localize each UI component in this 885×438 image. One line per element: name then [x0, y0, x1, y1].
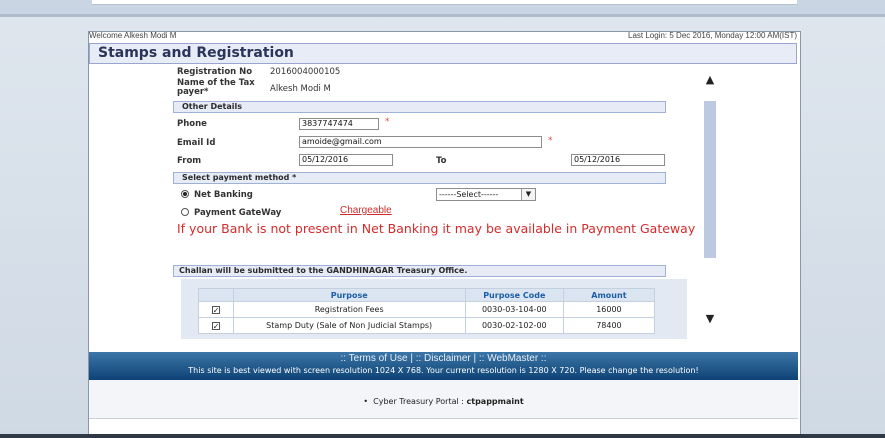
scroll-down-icon[interactable]: ▼ — [704, 313, 716, 325]
bullet-icon: • — [363, 397, 369, 406]
top-divider — [0, 14, 885, 17]
purpose-code-column-header: Purpose Code — [464, 288, 564, 302]
select-column-header — [198, 288, 234, 302]
net-banking-radio[interactable] — [181, 190, 189, 198]
portal-info: • Cyber Treasury Portal : ctpappmaint — [89, 397, 798, 406]
email-field[interactable]: amoide@gmail.com — [299, 136, 542, 148]
from-date-field[interactable]: 05/12/2016 — [299, 154, 393, 166]
scroll-up-icon[interactable]: ▲ — [704, 74, 716, 86]
email-required-mark: * — [548, 136, 553, 146]
row-checkbox-cell: ✓ — [198, 301, 234, 318]
scrollbar-thumb[interactable] — [704, 101, 716, 258]
to-label: To — [436, 156, 447, 166]
other-details-label: Other Details — [182, 102, 243, 111]
table-row: ✓ Stamp Duty (Sale of Non Judicial Stamp… — [198, 317, 656, 334]
purpose-column-header: Purpose — [232, 288, 466, 302]
challan-header: Challan will be submitted to the GANDHIN… — [173, 265, 666, 277]
portal-prefix: Cyber Treasury Portal : — [373, 397, 467, 406]
amount-column-header: Amount — [562, 288, 656, 302]
amount-cell: 78400 — [562, 317, 656, 334]
welcome-text: Welcome Alkesh Modi M — [89, 31, 177, 40]
amount-cell: 16000 — [562, 301, 656, 318]
phone-label: Phone — [177, 119, 207, 129]
row-checkbox[interactable]: ✓ — [211, 321, 220, 330]
banner-remnant — [92, 0, 797, 5]
footer-links[interactable]: :: Terms of Use | :: Disclaimer | :: Web… — [89, 353, 798, 364]
gateway-notice: If your Bank is not present in Net Banki… — [177, 221, 696, 236]
purpose-cell: Registration Fees — [232, 301, 466, 318]
row-checkbox-cell: ✓ — [198, 317, 234, 334]
challan-label: Challan will be submitted to the GANDHIN… — [179, 266, 468, 275]
bank-select[interactable]: ------Select------ ▼ — [436, 188, 536, 201]
taxpayer-value: Alkesh Modi M — [270, 84, 331, 94]
payment-gateway-label: Payment GateWay — [194, 208, 282, 218]
taxpayer-label: Name of the Tax payer* — [177, 78, 255, 97]
purpose-code-cell: 0030-02-102-00 — [464, 317, 564, 334]
challan-table: Purpose Purpose Code Amount ✓ Registrati… — [198, 288, 656, 334]
payment-method-label-text: Select payment method — [182, 173, 290, 182]
email-label: Email Id — [177, 138, 216, 148]
registration-no-label: Registration No — [177, 67, 253, 77]
portal-name: ctpappmaint — [466, 397, 524, 406]
phone-required-mark: * — [385, 117, 390, 127]
chevron-down-icon: ▼ — [521, 189, 535, 200]
payment-required-mark: * — [292, 173, 297, 182]
payment-method-header: Select payment method * — [173, 172, 666, 184]
row-checkbox[interactable]: ✓ — [211, 305, 220, 314]
purpose-cell: Stamp Duty (Sale of Non Judicial Stamps) — [232, 317, 466, 334]
other-details-header: Other Details — [173, 101, 666, 113]
from-label: From — [177, 156, 202, 166]
table-row: ✓ Registration Fees 0030-03-104-00 16000 — [198, 301, 656, 318]
bottom-divider — [89, 418, 798, 419]
table-header-row: Purpose Purpose Code Amount — [198, 288, 656, 302]
purpose-code-cell: 0030-03-104-00 — [464, 301, 564, 318]
phone-field[interactable]: 3837747474 — [299, 118, 379, 130]
resolution-note: This site is best viewed with screen res… — [188, 366, 699, 375]
taskbar-edge — [0, 434, 885, 438]
bank-select-value: ------Select------ — [439, 190, 499, 199]
to-date-field[interactable]: 05/12/2016 — [571, 154, 665, 166]
payment-method-label: Select payment method * — [182, 173, 296, 182]
net-banking-label: Net Banking — [194, 190, 253, 200]
last-login-text: Last Login: 5 Dec 2016, Monday 12:00 AM(… — [628, 31, 797, 40]
page-title: Stamps and Registration — [98, 45, 294, 61]
form-content: Registration No 2016004000105 Name of th… — [166, 64, 704, 339]
payment-gateway-radio[interactable] — [181, 208, 189, 216]
registration-no-value: 2016004000105 — [270, 67, 341, 77]
challan-table-panel: Purpose Purpose Code Amount ✓ Registrati… — [181, 279, 687, 339]
chargeable-label: Chargeable — [340, 205, 392, 216]
